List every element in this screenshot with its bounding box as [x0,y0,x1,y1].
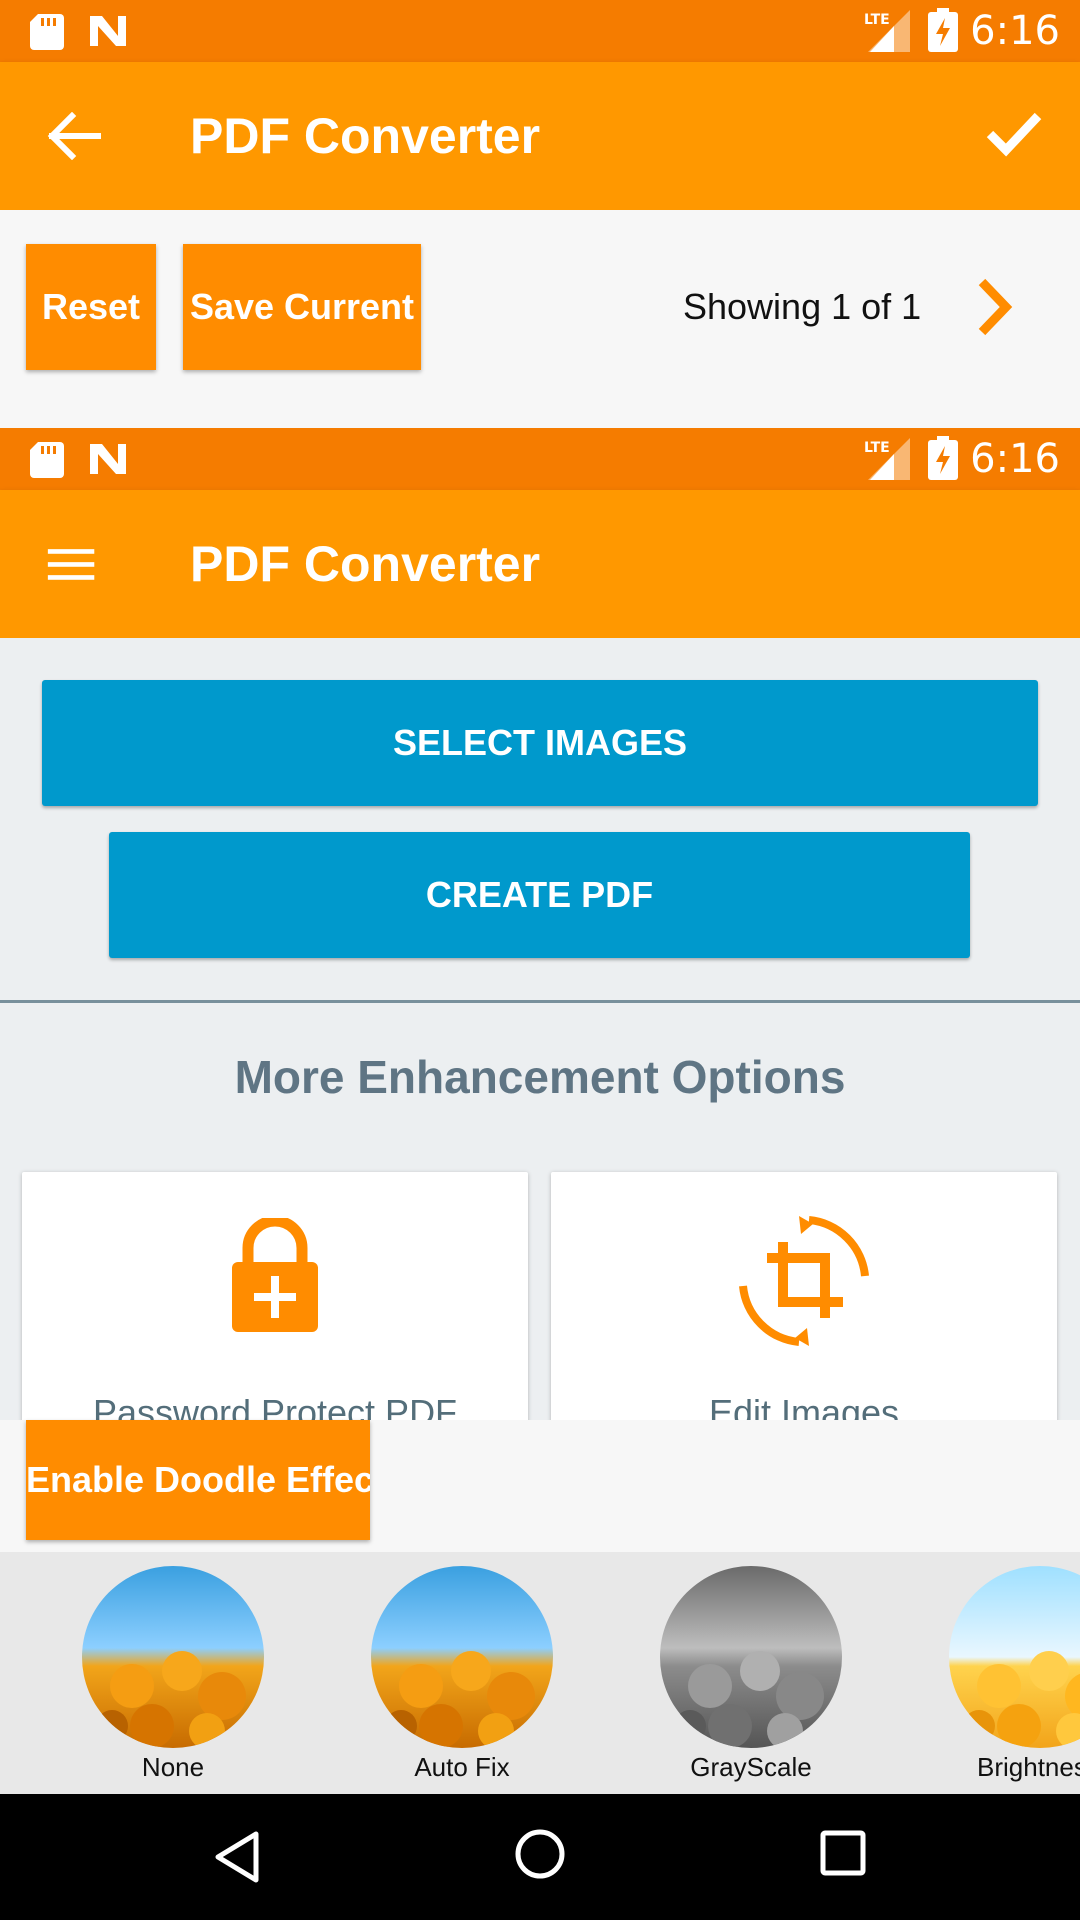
lte-signal-icon: LTE [864,10,910,52]
filter-thumbnail [82,1566,264,1748]
filter-label: Auto Fix [414,1752,510,1782]
doodle-bar: Enable Doodle Effect [0,1420,1080,1552]
chevron-right-icon[interactable] [974,276,1014,338]
section-heading: More Enhancement Options [234,1051,846,1103]
save-current-button[interactable]: Save Current [183,244,421,370]
battery-charging-icon [928,8,958,52]
filter-strip: None Auto Fix GrayScale Brightne [0,1552,1080,1794]
menu-icon[interactable] [46,540,98,588]
filter-grayscale[interactable]: GrayScale [660,1566,842,1783]
back-arrow-icon[interactable] [46,112,102,160]
main-app-bar: PDF Converter [0,490,1080,638]
editor-app-bar: PDF Converter [0,62,1080,210]
divider [0,1000,1080,1003]
filter-thumbnail [371,1566,553,1748]
svg-text:LTE: LTE [864,440,890,456]
filter-label: Brightness [977,1752,1080,1782]
check-icon[interactable] [986,108,1042,158]
reset-button[interactable]: Reset [26,244,156,370]
password-protect-card[interactable]: Password Protect PDF [22,1172,528,1442]
lte-signal-icon: LTE [864,438,910,480]
filter-none[interactable]: None [82,1566,264,1783]
crop-rotate-icon [739,1216,869,1346]
page-indicator: Showing 1 of 1 [683,286,922,327]
filter-thumbnail [660,1566,842,1748]
editor-controls: Reset Save Current Showing 1 of 1 [0,210,1080,428]
status-bar: LTE 6:16 [0,0,1080,62]
edit-images-card[interactable]: Edit Images [551,1172,1057,1442]
main-content: SELECT IMAGES CREATE PDF More Enhancemen… [0,638,1080,1442]
filter-label: GrayScale [690,1752,812,1782]
n-logo-icon [90,444,126,474]
filter-brightness[interactable]: Brightness [949,1566,1080,1783]
recents-nav-icon[interactable] [820,1830,866,1876]
app-title: PDF Converter [190,536,541,592]
select-images-button[interactable]: SELECT IMAGES [42,680,1038,806]
create-pdf-button[interactable]: CREATE PDF [109,832,970,958]
lock-plus-icon [232,1218,318,1332]
sd-card-icon [30,14,64,50]
navigation-bar [0,1794,1080,1920]
home-nav-icon[interactable] [514,1828,566,1880]
svg-text:LTE: LTE [864,12,890,28]
filter-label: None [141,1752,205,1782]
clock: 6:16 [970,436,1060,482]
n-logo-icon [90,16,126,46]
filter-auto-fix[interactable]: Auto Fix [371,1566,553,1783]
back-nav-icon[interactable] [212,1830,262,1884]
app-title: PDF Converter [190,108,541,164]
enable-doodle-button[interactable]: Enable Doodle Effect [26,1420,370,1540]
clock: 6:16 [970,8,1060,54]
status-bar-2: LTE 6:16 [0,428,1080,490]
battery-charging-icon [928,436,958,480]
sd-card-icon [30,442,64,478]
filter-thumbnail [949,1566,1080,1748]
